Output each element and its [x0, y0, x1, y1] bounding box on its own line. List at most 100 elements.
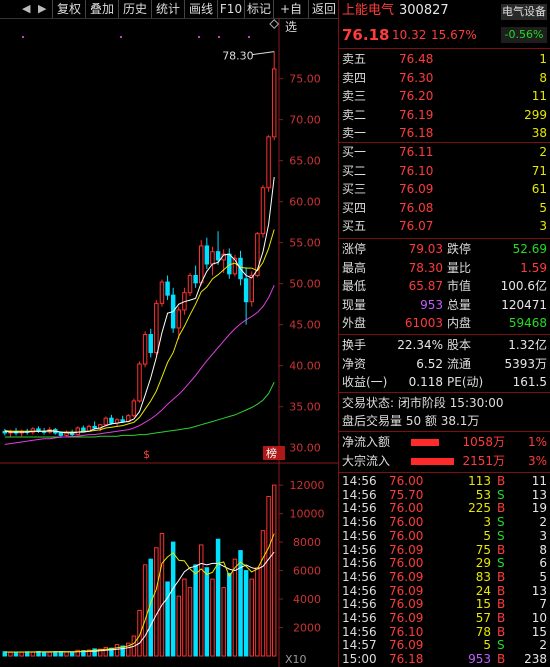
tick-time: 14:56: [342, 624, 377, 639]
back-arrow-icon[interactable]: ◀: [22, 0, 30, 18]
order-label: 卖二: [342, 107, 367, 122]
price-header: 76.18 10.32 15.67% -0.56%: [339, 24, 550, 46]
ranking-badge[interactable]: 榜: [262, 446, 285, 460]
candle-body: [210, 251, 215, 265]
tick-time: 14:56: [342, 528, 377, 543]
candle[interactable]: [75, 426, 81, 436]
candle[interactable]: [260, 185, 266, 238]
trade-status-text: 交易状态: 闭市阶段 15:30:00: [342, 396, 504, 410]
stat-label: 现量: [342, 297, 367, 312]
candle[interactable]: [159, 279, 165, 307]
price-tick-label: 40.00: [289, 360, 321, 373]
toolbar-history-button[interactable]: 历史: [118, 0, 151, 18]
tick-volume: 24: [475, 583, 491, 598]
sector-change: -0.56%: [501, 27, 547, 43]
tick-side: B: [497, 583, 506, 598]
flow-value: 2151万: [462, 454, 505, 468]
candle[interactable]: [187, 273, 193, 296]
candle[interactable]: [215, 231, 221, 265]
candle-body: [103, 417, 109, 426]
order-volume: 2: [539, 145, 547, 159]
candle[interactable]: [19, 429, 24, 437]
volume-tick-label: 6000: [293, 565, 321, 578]
stats-row: 最高 78.30 量比 1.59: [339, 259, 550, 277]
order-label: 卖四: [342, 70, 367, 85]
toolbar-back-button[interactable]: 返回: [308, 0, 339, 18]
tick-row: 14:56 76.09 75 B 8: [339, 543, 550, 557]
tick-row: 14:56 76.09 15 B 7: [339, 597, 550, 611]
ranking-badge-label: 榜: [266, 446, 277, 460]
volume-bar: [266, 496, 271, 657]
toolbar-add-watchlist-button[interactable]: +自选: [273, 0, 308, 34]
sector-label[interactable]: 电气设备: [501, 4, 547, 20]
volume-bar: [176, 595, 182, 657]
tick-row: 14:56 76.00 3 S 2: [339, 515, 550, 529]
candle[interactable]: [131, 398, 137, 418]
tick-time: 14:56: [342, 569, 377, 584]
order-price: 76.18: [399, 126, 434, 141]
volume-bar: [64, 651, 69, 657]
toolbar-stats-button[interactable]: 统计: [151, 0, 184, 18]
order-book-row: 卖三 76.20 11: [339, 87, 550, 105]
tick-time: 14:56: [342, 542, 377, 557]
tick-volume: 83: [475, 569, 491, 584]
volume-bar: [260, 530, 266, 657]
capital-flow-row: 净流入额 1058万 1%: [339, 433, 550, 451]
candle[interactable]: [198, 240, 204, 286]
stat-label: 内盘: [447, 316, 472, 331]
tick-time: 14:57: [342, 638, 377, 653]
top-dot-markers: [22, 36, 250, 38]
tick-count: 6: [539, 556, 547, 571]
tick-volume: 29: [475, 556, 491, 571]
toolbar-fuquan-button[interactable]: 复权: [52, 0, 85, 18]
toolbar-overlay-button[interactable]: 叠加: [85, 0, 118, 18]
stat-label: 股本: [447, 338, 472, 352]
candle-body: [148, 334, 153, 354]
dot-marker: [198, 36, 200, 38]
volume-bar: [182, 578, 187, 657]
order-volume: 11: [531, 89, 547, 104]
toolbar-draw-button[interactable]: 画线: [184, 0, 217, 18]
candle[interactable]: [64, 430, 69, 438]
tick-row: 14:56 76.09 24 B 13: [339, 584, 550, 598]
price-tick-label: 75.00: [289, 73, 321, 86]
candle[interactable]: [204, 237, 210, 269]
price-change: 10.32: [392, 28, 427, 42]
candle[interactable]: [114, 418, 120, 427]
order-label: 买五: [342, 219, 367, 234]
order-book-row: 买一 76.11 2: [339, 143, 550, 161]
tick-price: 76.09: [389, 638, 424, 653]
stat-label: 流通: [447, 356, 472, 371]
order-label: 卖三: [342, 89, 367, 104]
stat-value: 953: [420, 297, 443, 312]
diamond-icon: [269, 19, 280, 29]
volume-bar: [210, 578, 215, 657]
candle[interactable]: [148, 328, 153, 358]
candle[interactable]: [36, 426, 41, 433]
volume-bar: [19, 651, 24, 657]
candle[interactable]: [142, 331, 148, 368]
candle[interactable]: [2, 428, 8, 436]
stat-label: 收益(一): [342, 375, 388, 390]
candle[interactable]: [266, 135, 271, 192]
toolbar-mark-button[interactable]: 标记: [244, 0, 273, 18]
kline-chart[interactable]: 75.00 70.00 65.00 60.00 55.00 50.00 45.00 40.00…: [0, 18, 338, 667]
order-price: 76.30: [399, 70, 434, 85]
candle[interactable]: [154, 300, 159, 356]
event-marker-s[interactable]: $: [143, 448, 150, 461]
candle[interactable]: [271, 51, 277, 141]
stat-value: 120471: [501, 297, 547, 312]
toolbar-f10-button[interactable]: F10: [217, 0, 244, 18]
tick-time: 14:56: [342, 556, 377, 571]
price-tick-label: 70.00: [289, 114, 321, 127]
order-price: 76.48: [399, 52, 434, 66]
candle[interactable]: [193, 265, 198, 288]
candle[interactable]: [165, 275, 170, 301]
forward-arrow-icon[interactable]: ▶: [38, 0, 46, 18]
stats-row: 涨停 79.03 跌停 52.69: [339, 240, 550, 258]
candle[interactable]: [227, 248, 232, 279]
candle[interactable]: [137, 361, 142, 403]
candle[interactable]: [210, 246, 215, 276]
tick-price: 76.18: [389, 652, 424, 667]
tick-time: 14:56: [342, 597, 377, 612]
